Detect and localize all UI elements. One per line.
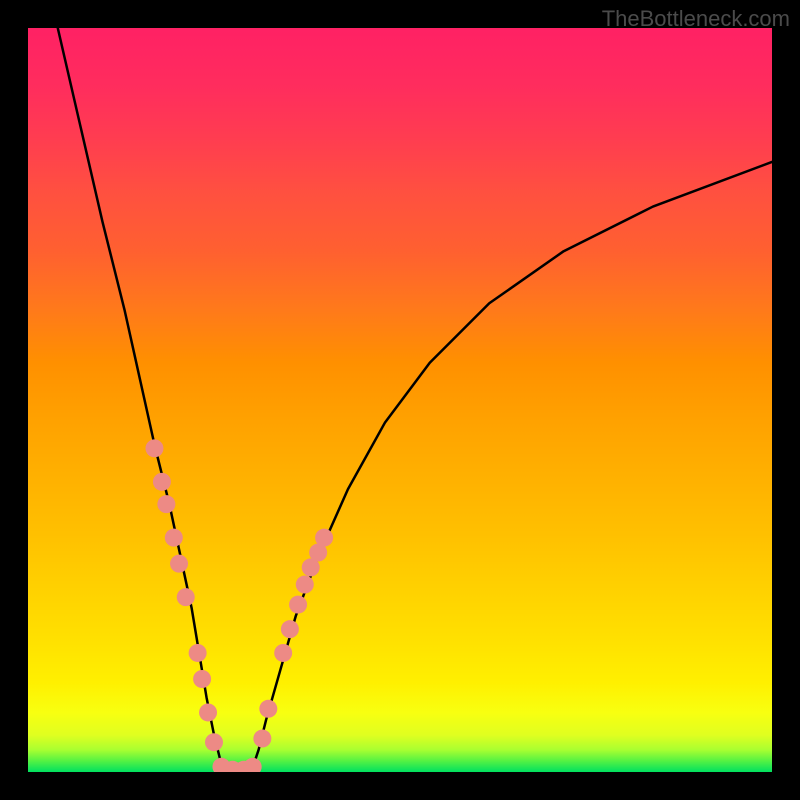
chart-svg — [28, 28, 772, 772]
curve-left — [58, 28, 229, 772]
curve-right — [251, 162, 772, 772]
plot-area — [28, 28, 772, 772]
watermark-text: TheBottleneck.com — [602, 6, 790, 32]
chart-container: TheBottleneck.com — [0, 0, 800, 800]
data-dots — [145, 439, 333, 772]
